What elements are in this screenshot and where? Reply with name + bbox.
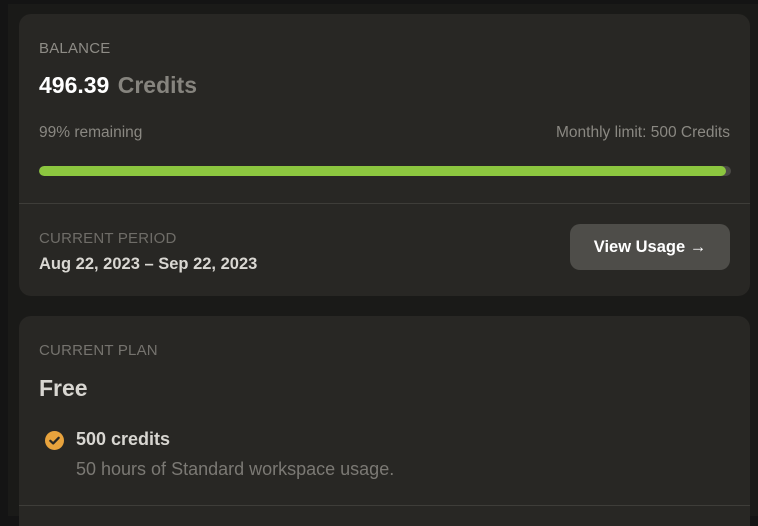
view-usage-button[interactable]: View Usage → bbox=[570, 224, 730, 270]
credits-progress-bar bbox=[39, 166, 731, 176]
feature-description: 50 hours of Standard workspace usage. bbox=[76, 459, 395, 479]
remaining-text: 99% remaining bbox=[39, 124, 143, 141]
balance-card: BALANCE 496.39 Credits 99% remaining Mon… bbox=[19, 14, 750, 296]
balance-unit: Credits bbox=[117, 72, 197, 98]
feature-title: 500 credits bbox=[76, 429, 171, 449]
plan-card: CURRENT PLAN Free 500 credits 50 hours o… bbox=[19, 316, 750, 526]
check-circle-icon bbox=[45, 431, 64, 450]
current-plan-label: CURRENT PLAN bbox=[39, 342, 158, 359]
monthly-limit-text: Monthly limit: 500 Credits bbox=[555, 124, 730, 141]
plan-name: Free bbox=[39, 375, 88, 401]
balance-label: BALANCE bbox=[39, 40, 111, 57]
divider bbox=[19, 203, 750, 204]
divider bbox=[19, 505, 750, 506]
balance-amount: 496.39 Credits bbox=[39, 72, 197, 99]
credits-progress-fill bbox=[39, 166, 727, 176]
billing-panel: BALANCE 496.39 Credits 99% remaining Mon… bbox=[8, 4, 758, 526]
current-period-label: CURRENT PERIOD bbox=[39, 230, 177, 247]
balance-value: 496.39 bbox=[39, 72, 110, 98]
current-period-value: Aug 22, 2023 – Sep 22, 2023 bbox=[39, 255, 258, 273]
